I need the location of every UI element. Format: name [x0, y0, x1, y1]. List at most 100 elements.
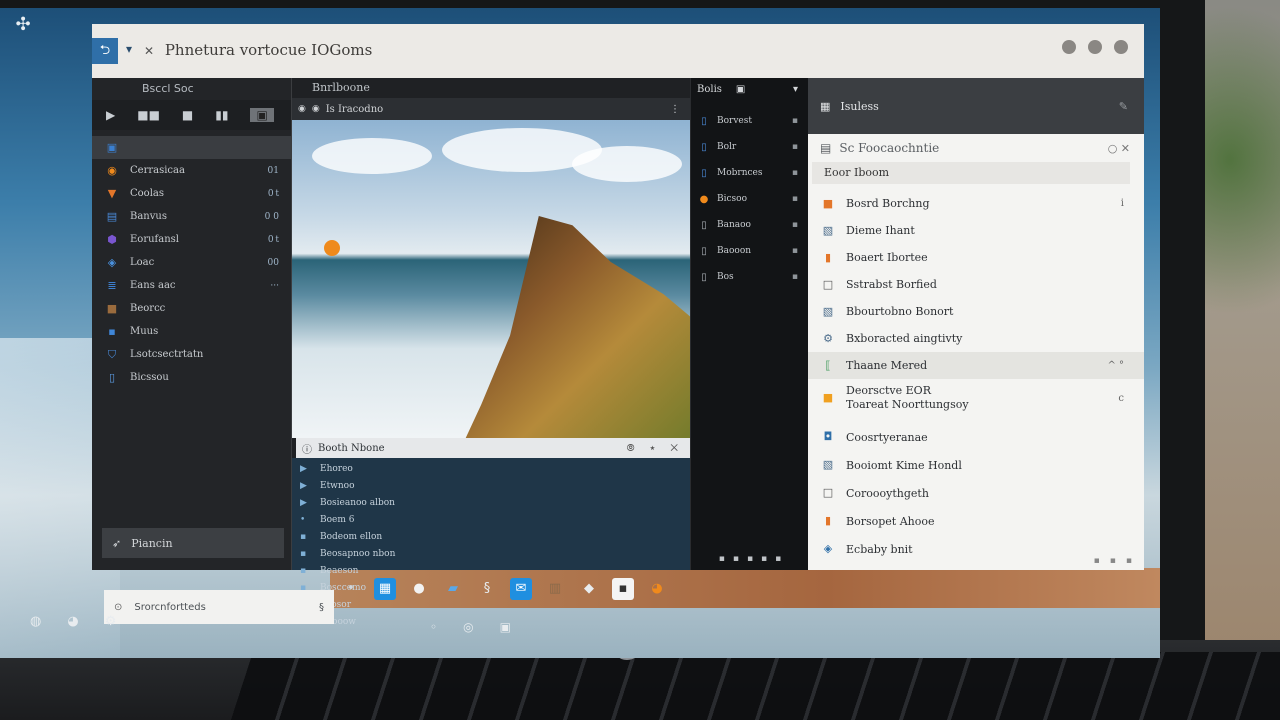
details-filter[interactable]: Eoor Iboom: [812, 162, 1130, 184]
file-list-item[interactable]: ▯ Bolr ▪: [691, 134, 808, 160]
details-item[interactable]: ⚙ Bxboracted aingtivty: [808, 325, 1144, 352]
file-list-item[interactable]: ▯ Banaoo ▪: [691, 212, 808, 238]
metadata-item[interactable]: ▶ Etwnoo: [292, 477, 690, 494]
footer-icon[interactable]: ▪: [775, 554, 781, 564]
close-tab-icon[interactable]: ✕: [144, 44, 154, 58]
details-item[interactable]: ▮ Boaert Ibortee: [808, 244, 1144, 271]
folder-back-icon[interactable]: ⮌: [92, 38, 118, 64]
preview-tools[interactable]: ⦾ ⭑ ✕: [627, 443, 684, 454]
sidebar-item[interactable]: ▯ Bicssou: [92, 366, 291, 389]
details-item[interactable]: ◘ Coosrtyeranae: [808, 423, 1144, 451]
tag-icon[interactable]: ◆: [578, 578, 600, 600]
maximize-button[interactable]: [1088, 40, 1102, 54]
close-button[interactable]: [1114, 40, 1128, 54]
footer-icon[interactable]: ▪: [761, 554, 767, 564]
details-item[interactable]: ▧ Bbourtobno Bonort: [808, 298, 1144, 325]
item-menu-icon[interactable]: ▪: [792, 272, 798, 282]
power-icon[interactable]: ◍: [30, 614, 41, 629]
item-menu-icon[interactable]: ▪: [792, 194, 798, 204]
folder-icon[interactable]: ▣: [736, 84, 745, 95]
gallery-view-icon[interactable]: ▣: [250, 108, 274, 122]
sidebar-item[interactable]: ◈ Loac 00: [92, 251, 291, 274]
chevron-down-icon[interactable]: ▾: [793, 84, 798, 95]
footer-icon[interactable]: ▪: [733, 554, 739, 564]
sidebar-item[interactable]: ▣: [92, 136, 291, 159]
apple-icon[interactable]: ●: [408, 578, 430, 600]
sidebar-item[interactable]: ◉ Cerrasicaa 01: [92, 159, 291, 182]
firefox-icon[interactable]: ◕: [646, 578, 668, 600]
details-item[interactable]: ■ Bosrd Borchng i: [808, 190, 1144, 217]
terminal-icon[interactable]: ▥: [544, 578, 566, 600]
more-icon[interactable]: ⋮: [670, 104, 680, 115]
sidebar-item[interactable]: ⛉ Lsotcsectrtatn: [92, 343, 291, 366]
mail-icon[interactable]: ✉: [510, 578, 532, 600]
footer-icon[interactable]: ▪: [1110, 556, 1116, 570]
desktop-puzzle-icon[interactable]: ✣: [12, 14, 34, 38]
footer-icon[interactable]: ▪: [1094, 556, 1100, 570]
item-menu-icon[interactable]: ▪: [792, 168, 798, 178]
footer-icon[interactable]: ▪: [747, 554, 753, 564]
play-icon: ▶: [300, 497, 307, 508]
sidebar-item[interactable]: ▪ Muus: [92, 320, 291, 343]
file-list-item[interactable]: ▯ Borvest ▪: [691, 108, 808, 134]
details-item[interactable]: ▧ Booiomt Kime Hondl: [808, 451, 1144, 479]
list-view-icon[interactable]: ■: [182, 108, 193, 122]
search-button[interactable]: §: [319, 602, 324, 613]
network-icon[interactable]: ◕: [67, 614, 78, 629]
metadata-item[interactable]: ▶ Bosieanoo albon: [292, 494, 690, 511]
item-menu-icon[interactable]: ▪: [792, 246, 798, 256]
item-menu-icon[interactable]: ▪: [792, 220, 798, 230]
sidebar-item[interactable]: ≣ Eans aac ···: [92, 274, 291, 297]
dot-icon[interactable]: •: [340, 578, 362, 600]
sidebar-header: Bsccl Soc: [142, 82, 194, 95]
sidebar-item[interactable]: ■ Beorcc: [92, 297, 291, 320]
sidebar-bottom-item[interactable]: ➶ Piancin: [102, 528, 284, 558]
search-box[interactable]: ⊙ Srorcnfortteds §: [104, 590, 334, 624]
sidebar-item[interactable]: ▤ Banvus 0 0: [92, 205, 291, 228]
grid-view-icon[interactable]: ■■: [137, 108, 160, 122]
close-icon[interactable]: ○ ✕: [1108, 142, 1130, 155]
sidebar-item[interactable]: ▼ Coolas 0 t: [92, 182, 291, 205]
details-item[interactable]: ▮ Borsopet Ahooe: [808, 507, 1144, 535]
columns-view-icon[interactable]: ▮▮: [215, 108, 228, 122]
details-item[interactable]: ■ Deorsctve EOR Toareat Noorttungsoy c: [808, 379, 1144, 417]
chevron-down-icon[interactable]: ▾: [126, 42, 132, 56]
path-bar[interactable]: ✕ Phnetura vortocue IOGoms: [144, 36, 1024, 64]
footer-icon[interactable]: ▪: [719, 554, 725, 564]
item-menu-icon[interactable]: ▪: [792, 116, 798, 126]
sidebar-item-count: 0 t: [267, 234, 279, 245]
details-item[interactable]: ▧ Dieme Ihant: [808, 217, 1144, 244]
store-icon[interactable]: ▦: [374, 578, 396, 600]
file-list-item[interactable]: ● Bicsoo ▪: [691, 186, 808, 212]
sidebar-item-label: Eorufansl: [130, 234, 179, 245]
details-item-action[interactable]: c: [1118, 393, 1124, 404]
details-item[interactable]: □ Sstrabst Borfied: [808, 271, 1144, 298]
folder-icon[interactable]: ▰: [442, 578, 464, 600]
record-icon[interactable]: ◎: [463, 620, 473, 634]
play-icon[interactable]: ▶: [106, 108, 115, 122]
metadata-item[interactable]: • Boem 6: [292, 511, 690, 528]
square-icon[interactable]: ▪: [612, 578, 634, 600]
radio-icon[interactable]: ◦: [430, 620, 437, 634]
details-item-action[interactable]: i: [1121, 198, 1124, 209]
metadata-item[interactable]: ▶ Ehoreo: [292, 460, 690, 477]
image-preview[interactable]: [292, 120, 690, 438]
metadata-item[interactable]: ▪ Beosapnoo nbon: [292, 545, 690, 562]
link-icon[interactable]: §: [476, 578, 498, 600]
sidebar-item[interactable]: ⬢ Eorufansl 0 t: [92, 228, 291, 251]
file-list-item[interactable]: ▯ Mobrnces ▪: [691, 160, 808, 186]
file-list-item[interactable]: ▯ Baooon ▪: [691, 238, 808, 264]
metadata-item[interactable]: ▪ Bodeom ellon: [292, 528, 690, 545]
edit-icon[interactable]: ✎: [1119, 100, 1128, 113]
image-tab-label[interactable]: Is Iracodno: [326, 104, 383, 115]
settings-icon[interactable]: ⚙: [105, 614, 117, 629]
item-menu-icon[interactable]: ▪: [792, 142, 798, 152]
details-item[interactable]: ⟦ Thaane Mered ^ °: [808, 352, 1144, 379]
footer-icon[interactable]: ▪: [1126, 556, 1132, 570]
details-item-action[interactable]: ^ °: [1107, 360, 1124, 371]
file-list-item[interactable]: ▯ Bos ▪: [691, 264, 808, 290]
file-list-label: Bicsoo: [717, 194, 747, 204]
minimize-button[interactable]: [1062, 40, 1076, 54]
details-item[interactable]: □ Coroooythgeth: [808, 479, 1144, 507]
stop-icon[interactable]: ▣: [500, 620, 511, 634]
